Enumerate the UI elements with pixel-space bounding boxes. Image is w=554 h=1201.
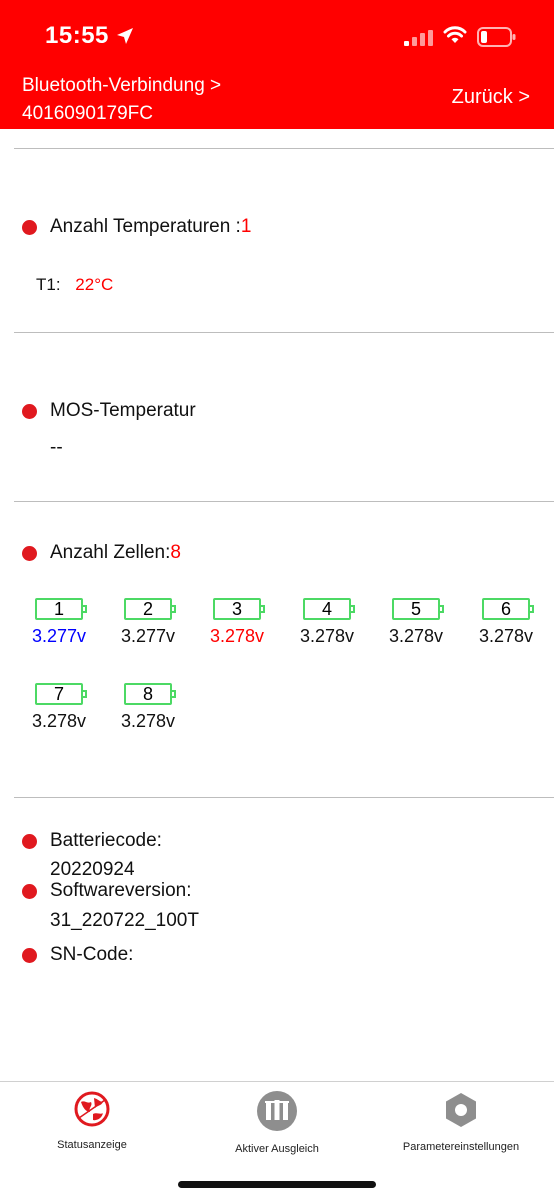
cell-voltage: 3.277v <box>31 626 87 646</box>
software-version-label: Softwareversion: <box>50 880 192 901</box>
cell-battery-icon: 3 <box>213 598 265 620</box>
divider <box>14 797 554 798</box>
cell-item: 6 3.278v <box>466 598 546 647</box>
bullet-dot <box>22 834 37 849</box>
cell-voltage: 3.278v <box>388 626 444 646</box>
cell-count-row: Anzahl Zellen:8 <box>50 542 181 564</box>
temperature-count-value: 1 <box>240 216 252 237</box>
battery-code-label: Batteriecode: <box>50 830 162 851</box>
cell-count-value: 8 <box>170 542 181 563</box>
tab-parametereinstellungen[interactable]: Parametereinstellungen <box>381 1090 541 1153</box>
divider <box>14 332 554 333</box>
divider <box>14 148 554 149</box>
battery-icon <box>477 27 516 47</box>
bullet-dot <box>22 884 37 899</box>
cell-battery-icon: 5 <box>392 598 444 620</box>
cell-item: 5 3.278v <box>376 598 456 647</box>
tab-label: Parametereinstellungen <box>402 1141 520 1153</box>
cell-battery-icon: 6 <box>482 598 534 620</box>
cell-voltage: 3.278v <box>299 626 355 646</box>
cell-battery-icon: 8 <box>124 683 176 705</box>
cell-count-label: Anzahl Zellen: <box>50 542 171 563</box>
cell-item: 8 3.278v <box>108 683 188 732</box>
cell-item: 7 3.278v <box>19 683 99 732</box>
tab-statusanzeige[interactable]: Statusanzeige <box>12 1090 172 1151</box>
cell-voltage: 3.278v <box>120 711 176 731</box>
cell-voltage: 3.278v <box>31 711 87 731</box>
cell-battery-icon: 7 <box>35 683 87 705</box>
cell-item: 4 3.278v <box>287 598 367 647</box>
t1-label: T1: <box>36 275 61 294</box>
bullet-dot <box>22 220 37 235</box>
bullet-dot <box>22 546 37 561</box>
balance-icon <box>257 1091 297 1131</box>
cell-battery-icon: 1 <box>35 598 87 620</box>
software-version-value: 31_220722_100T <box>50 910 199 931</box>
home-indicator <box>178 1181 376 1188</box>
device-id: 4016090179FC <box>22 103 153 124</box>
cell-item: 1 3.277v <box>19 598 99 647</box>
hexagon-gear-icon <box>446 1093 476 1127</box>
cell-battery-icon: 2 <box>124 598 176 620</box>
t1-value: 22°C <box>75 275 114 294</box>
wifi-icon <box>443 26 467 43</box>
temperature-count-row: Anzahl Temperaturen :1 <box>50 216 251 238</box>
cell-voltage: 3.278v <box>209 626 265 646</box>
tab-label: Statusanzeige <box>57 1139 127 1151</box>
temperature-count-label: Anzahl Temperaturen : <box>50 216 241 237</box>
t1-row: T1: 22°C <box>36 275 113 295</box>
location-arrow-icon <box>117 28 133 44</box>
breadcrumb-connection[interactable]: Bluetooth-Verbindung > <box>22 72 221 100</box>
cell-voltage: 3.278v <box>478 626 534 646</box>
cellular-signal-icon <box>404 30 433 46</box>
header-bar: 15:55 Bluetooth-Verbindung > 4016090179F… <box>0 0 554 129</box>
breadcrumb[interactable]: Bluetooth-Verbindung > 4016090179FC <box>22 72 221 128</box>
cell-item: 3 3.278v <box>197 598 277 647</box>
bullet-dot <box>22 404 37 419</box>
tab-aktiver-ausgleich[interactable]: Aktiver Ausgleich <box>197 1090 357 1155</box>
back-button[interactable]: Zurück > <box>452 86 530 109</box>
mos-temperature-value: -- <box>50 437 63 458</box>
bullet-dot <box>22 948 37 963</box>
divider <box>14 501 554 502</box>
cell-item: 2 3.277v <box>108 598 188 647</box>
cell-battery-icon: 4 <box>303 598 355 620</box>
status-time: 15:55 <box>45 22 109 49</box>
tab-label: Aktiver Ausgleich <box>235 1143 319 1155</box>
cell-voltage: 3.277v <box>120 626 176 646</box>
mos-temperature-label: MOS-Temperatur <box>50 400 196 421</box>
sn-code-label: SN-Code: <box>50 944 134 965</box>
globe-icon <box>74 1091 110 1127</box>
battery-code-value: 20220924 <box>50 859 135 880</box>
